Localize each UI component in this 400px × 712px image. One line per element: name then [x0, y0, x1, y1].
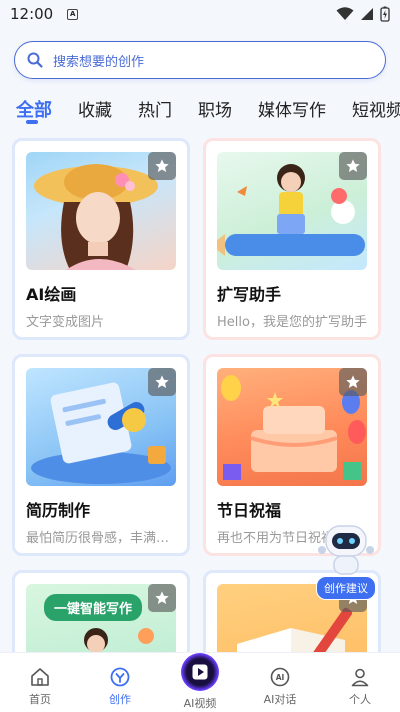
ai-video-play-icon	[181, 653, 219, 691]
nav-create[interactable]: 创作	[80, 653, 160, 712]
battery-icon	[380, 6, 390, 22]
nav-home[interactable]: 首页	[0, 653, 80, 712]
search-bar[interactable]: 搜索想要的创作	[14, 41, 386, 79]
card-resume-maker[interactable]: 简历制作 最怕简历很骨感，丰满履历	[12, 354, 190, 556]
person-icon	[351, 668, 369, 687]
card-title: 扩写助手	[217, 285, 282, 304]
status-icons	[336, 6, 390, 22]
status-time: 12:00	[10, 5, 54, 23]
card-description: 文字变成图片	[26, 315, 105, 330]
nav-ai-video[interactable]: AI视频	[160, 653, 240, 712]
favorite-star-icon[interactable]	[148, 584, 176, 612]
card-title: 简历制作	[26, 501, 91, 520]
tab-media-writing[interactable]: 媒体写作	[258, 92, 326, 121]
search-icon	[27, 52, 43, 68]
card-description: 最怕简历很骨感，丰满履历	[26, 531, 178, 546]
favorite-star-icon[interactable]	[339, 152, 367, 180]
nav-profile[interactable]: 个人	[320, 653, 400, 712]
tab-hot[interactable]: 热门	[138, 92, 172, 121]
favorite-star-icon[interactable]	[339, 368, 367, 396]
card-title: 节日祝福	[217, 501, 282, 520]
favorite-star-icon[interactable]	[148, 152, 176, 180]
tab-short-video[interactable]: 短视频	[352, 92, 400, 121]
nav-ai-chat[interactable]: AI AI对话	[240, 653, 320, 712]
card-expansion-assistant[interactable]: 扩写助手 Hello，我是您的扩写助手	[203, 138, 381, 340]
svg-text:AI: AI	[276, 673, 285, 682]
sim-icon: A	[67, 8, 79, 20]
search-placeholder[interactable]: 搜索想要的创作	[53, 51, 144, 70]
home-icon	[31, 668, 49, 686]
nav-profile-label: 个人	[349, 693, 371, 706]
nav-ai-chat-label: AI对话	[263, 693, 297, 706]
category-tabs: 全部 收藏 热门 职场 媒体写作 短视频	[0, 92, 400, 128]
tab-favorites[interactable]: 收藏	[78, 92, 112, 121]
nav-home-label: 首页	[29, 693, 51, 706]
signal-icon	[361, 8, 373, 20]
wifi-icon	[336, 7, 354, 20]
nav-create-label: 创作	[109, 693, 131, 706]
bottom-nav: 首页 创作 AI视频 AI AI对话 个人	[0, 652, 400, 712]
robot-assistant-icon[interactable]	[318, 520, 374, 582]
card-ai-drawing[interactable]: AI绘画 文字变成图片	[12, 138, 190, 340]
create-icon	[110, 667, 130, 687]
status-bar: 12:00 A	[0, 0, 400, 28]
card-smart-writing[interactable]: 一键智能写作	[12, 570, 190, 660]
card-title: AI绘画	[26, 285, 77, 304]
ai-chat-icon: AI	[270, 667, 290, 687]
tab-all[interactable]: 全部	[16, 92, 52, 124]
card-description: Hello，我是您的扩写助手	[217, 315, 367, 330]
creation-suggestion-button[interactable]: 创作建议	[316, 576, 376, 600]
card-banner: 一键智能写作	[44, 594, 143, 621]
favorite-star-icon[interactable]	[148, 368, 176, 396]
tab-workplace[interactable]: 职场	[198, 92, 232, 121]
nav-ai-video-label: AI视频	[183, 697, 217, 710]
